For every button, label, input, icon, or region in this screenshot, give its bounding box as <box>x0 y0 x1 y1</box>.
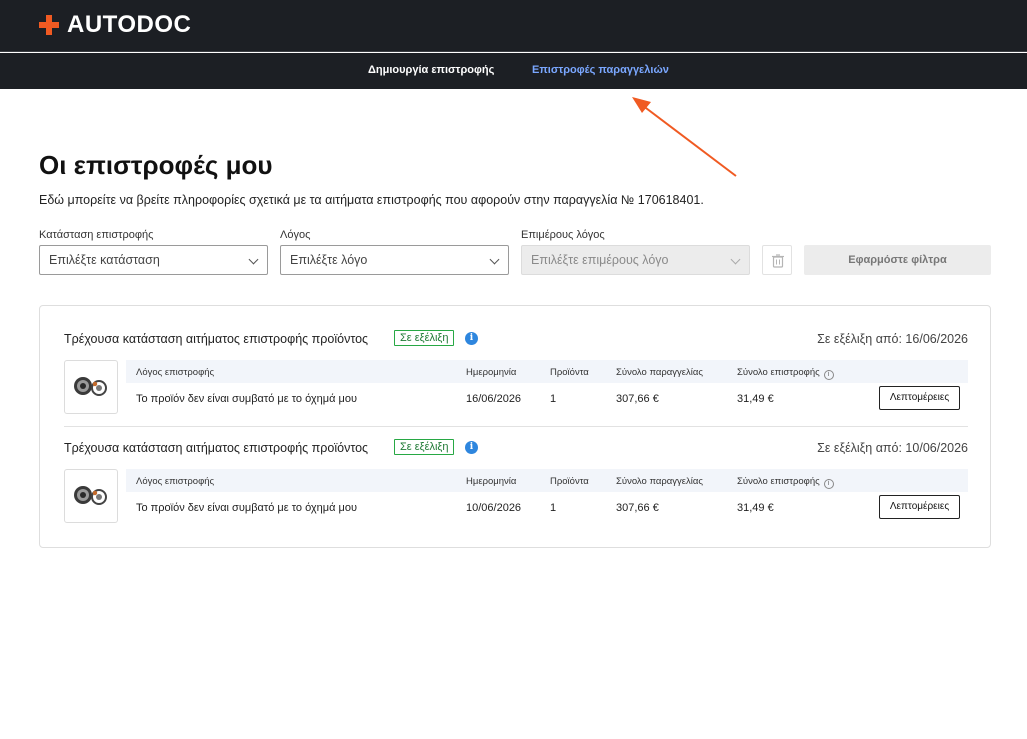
nav-order-returns[interactable]: Επιστροφές παραγγελιών <box>532 64 669 76</box>
reason-filter-value: Επιλέξτε λόγο <box>290 253 368 267</box>
reason-filter-label: Λόγος <box>280 229 311 241</box>
details-button[interactable]: Λεπτομέρειες <box>879 495 960 519</box>
status-filter-select[interactable]: Επιλέξτε κατάσταση <box>39 245 268 275</box>
return-table-header: Λόγος επιστροφής Ημερομηνία Προϊόντα Σύν… <box>126 469 968 492</box>
clear-filters-button[interactable] <box>762 245 792 275</box>
return-products: 1 <box>550 502 557 514</box>
col-return-total: Σύνολο επιστροφής i <box>737 476 834 489</box>
status-filter-label: Κατάσταση επιστροφής <box>39 229 154 241</box>
info-icon[interactable]: i <box>465 332 478 345</box>
info-icon[interactable]: i <box>823 370 834 380</box>
return-total: 31,49 € <box>737 502 774 514</box>
sub-reason-filter-value: Επιλέξτε επιμέρους λόγο <box>531 253 669 267</box>
wheel-bearing-icon <box>74 377 107 396</box>
logo-text: AUTODOC <box>67 11 192 38</box>
reason-filter-select[interactable]: Επιλέξτε λόγο <box>280 245 509 275</box>
sub-reason-filter-label: Επιμέρους λόγος <box>521 229 605 241</box>
trash-icon <box>772 254 784 268</box>
autodoc-logo[interactable]: AUTODOC <box>39 13 191 37</box>
return-reason: Το προϊόν δεν είναι συμβατό με το όχημά … <box>136 393 358 405</box>
sub-navigation: Δημιουργία επιστροφής Επιστροφές παραγγε… <box>0 53 1027 89</box>
status-since: Σε εξέλιξη από: 16/06/2026 <box>817 332 968 346</box>
return-date: 16/06/2026 <box>466 393 522 405</box>
nav-create-return[interactable]: Δημιουργία επιστροφής <box>368 64 494 76</box>
chevron-down-icon <box>489 254 500 265</box>
col-date: Ημερομηνία <box>466 367 517 378</box>
info-icon[interactable]: i <box>465 441 478 454</box>
apply-filters-button[interactable]: Εφαρμόστε φίλτρα <box>804 245 991 275</box>
product-thumbnail <box>64 469 118 523</box>
return-status-title: Τρέχουσα κατάσταση αιτήματος επιστροφής … <box>64 332 369 346</box>
details-button[interactable]: Λεπτομέρειες <box>879 386 960 410</box>
col-return-total: Σύνολο επιστροφής i <box>737 367 834 380</box>
return-table-header: Λόγος επιστροφής Ημερομηνία Προϊόντα Σύν… <box>126 360 968 383</box>
plus-logo-icon <box>39 15 59 35</box>
chevron-down-icon <box>248 254 259 265</box>
col-order-total: Σύνολο παραγγελίας <box>616 476 703 487</box>
col-reason: Λόγος επιστροφής <box>136 367 215 378</box>
return-products: 1 <box>550 393 557 405</box>
status-badge: Σε εξέλιξη <box>394 439 455 455</box>
chevron-down-icon <box>730 254 741 265</box>
col-products: Προϊόντα <box>550 367 589 378</box>
order-total: 307,66 € <box>616 502 659 514</box>
divider <box>64 426 968 427</box>
return-reason: Το προϊόν δεν είναι συμβατό με το όχημά … <box>136 502 358 514</box>
annotation-arrow-icon <box>632 97 737 177</box>
col-reason: Λόγος επιστροφής <box>136 476 215 487</box>
order-total: 307,66 € <box>616 393 659 405</box>
info-icon[interactable]: i <box>823 479 834 489</box>
return-date: 10/06/2026 <box>466 502 522 514</box>
status-since: Σε εξέλιξη από: 10/06/2026 <box>817 441 968 455</box>
status-filter-value: Επιλέξτε κατάσταση <box>49 253 160 267</box>
sub-reason-filter-select[interactable]: Επιλέξτε επιμέρους λόγο <box>521 245 750 275</box>
page-description: Εδώ μπορείτε να βρείτε πληροφορίες σχετι… <box>39 193 704 207</box>
col-return-total-label: Σύνολο επιστροφής <box>737 476 820 487</box>
col-return-total-label: Σύνολο επιστροφής <box>737 367 820 378</box>
return-total: 31,49 € <box>737 393 774 405</box>
col-date: Ημερομηνία <box>466 476 517 487</box>
col-products: Προϊόντα <box>550 476 589 487</box>
returns-card: Τρέχουσα κατάσταση αιτήματος επιστροφής … <box>39 305 991 548</box>
product-thumbnail <box>64 360 118 414</box>
top-header: AUTODOC <box>0 0 1027 52</box>
status-badge: Σε εξέλιξη <box>394 330 455 346</box>
wheel-bearing-icon <box>74 486 107 505</box>
col-order-total: Σύνολο παραγγελίας <box>616 367 703 378</box>
return-status-title: Τρέχουσα κατάσταση αιτήματος επιστροφής … <box>64 441 369 455</box>
page-title: Οι επιστροφές μου <box>39 150 273 180</box>
